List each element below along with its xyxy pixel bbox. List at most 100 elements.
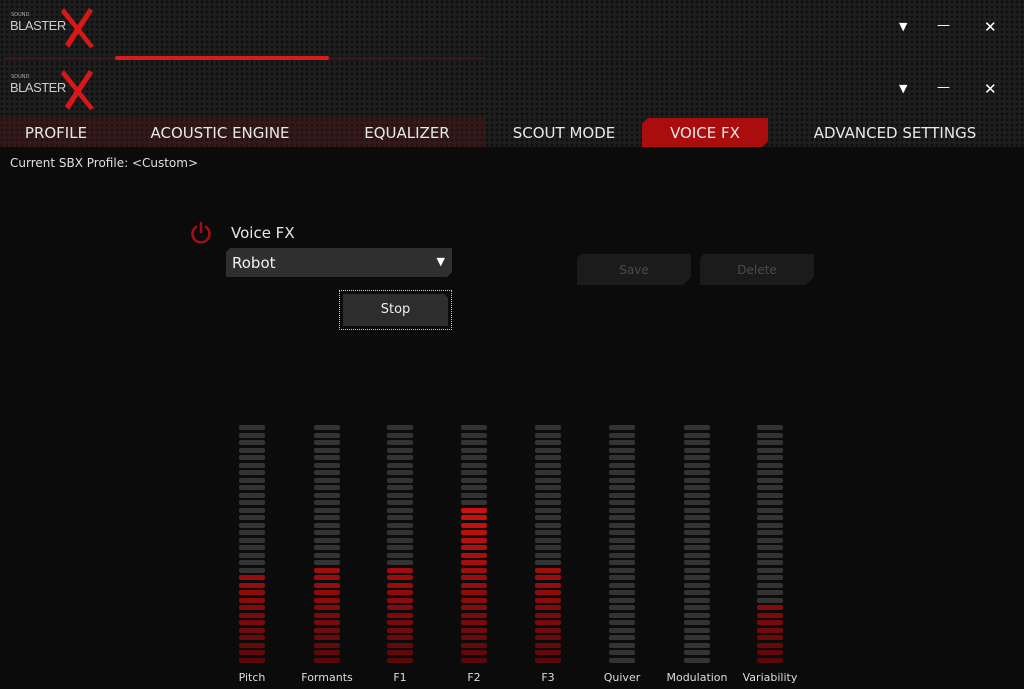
segment-unlit <box>684 492 710 498</box>
segment-lit <box>461 590 487 595</box>
slider-f1[interactable] <box>387 425 413 665</box>
segment-unlit <box>314 477 340 483</box>
segment-unlit <box>609 447 635 453</box>
segment-unlit <box>684 650 710 655</box>
slider-modulation[interactable] <box>684 425 710 665</box>
segment-unlit <box>609 515 635 520</box>
slider-formants[interactable] <box>314 425 340 665</box>
minimize-icon[interactable]: — <box>937 18 950 33</box>
segment-lit <box>535 567 561 573</box>
tab-equalizer[interactable]: EQUALIZER <box>328 118 486 147</box>
segment-unlit <box>609 537 635 543</box>
segment-unlit <box>684 605 710 610</box>
segment-unlit <box>239 432 265 438</box>
segment-unlit <box>684 545 710 550</box>
stop-button[interactable]: Stop <box>339 290 452 330</box>
segment-unlit <box>387 447 413 453</box>
segment-unlit <box>314 515 340 520</box>
segment-unlit <box>684 447 710 453</box>
segment-unlit <box>684 440 710 445</box>
segment-unlit <box>535 425 561 430</box>
slider-variability[interactable] <box>757 425 783 665</box>
segment-lit <box>535 657 561 663</box>
segment-unlit <box>461 492 487 498</box>
soundblasterx-logo: SOUND BLASTER <box>9 6 99 52</box>
segment-unlit <box>757 560 783 565</box>
segment-unlit <box>239 425 265 430</box>
segment-lit <box>757 627 783 633</box>
tab-profile[interactable]: PROFILE <box>0 118 112 147</box>
segment-lit <box>314 582 340 588</box>
slider-f3[interactable] <box>535 425 561 665</box>
segment-unlit <box>387 545 413 550</box>
segment-unlit <box>461 477 487 483</box>
close-icon[interactable]: ✕ <box>984 18 997 36</box>
segment-unlit <box>314 545 340 550</box>
segment-unlit <box>609 462 635 468</box>
logo-main-text: BLASTER <box>10 80 66 95</box>
segment-unlit <box>757 567 783 573</box>
segment-unlit <box>684 627 710 633</box>
segment-unlit <box>387 500 413 505</box>
segment-unlit <box>609 485 635 490</box>
segment-unlit <box>239 507 265 513</box>
segment-unlit <box>535 530 561 535</box>
segment-lit <box>461 582 487 588</box>
power-toggle-icon[interactable] <box>189 221 213 245</box>
segment-unlit <box>535 500 561 505</box>
segment-unlit <box>239 515 265 520</box>
segment-unlit <box>609 545 635 550</box>
segment-unlit <box>609 590 635 595</box>
segment-unlit <box>684 657 710 663</box>
segment-unlit <box>461 425 487 430</box>
segment-unlit <box>609 522 635 528</box>
segment-unlit <box>757 470 783 475</box>
segment-unlit <box>684 567 710 573</box>
segment-lit <box>461 507 487 513</box>
segment-lit <box>239 605 265 610</box>
segment-unlit <box>535 455 561 460</box>
segment-unlit <box>757 477 783 483</box>
slider-f2[interactable] <box>461 425 487 665</box>
tab-voice-fx[interactable]: VOICE FX <box>642 118 768 147</box>
segment-unlit <box>757 432 783 438</box>
segment-unlit <box>684 462 710 468</box>
menu-dropdown-icon[interactable]: ▼ <box>899 20 907 33</box>
segment-unlit <box>314 507 340 513</box>
loading-progress-bar <box>115 56 329 60</box>
voice-fx-preset-dropdown[interactable]: Robot ▼ <box>226 248 452 277</box>
segment-lit <box>314 597 340 603</box>
segment-lit <box>239 650 265 655</box>
segment-unlit <box>387 560 413 565</box>
segment-unlit <box>314 455 340 460</box>
segment-lit <box>387 635 413 640</box>
tab-scout-mode[interactable]: SCOUT MODE <box>490 118 638 147</box>
segment-lit <box>239 597 265 603</box>
segment-unlit <box>684 590 710 595</box>
segment-lit <box>314 627 340 633</box>
menu-dropdown-icon[interactable]: ▼ <box>899 82 907 95</box>
save-button[interactable]: Save <box>577 254 691 285</box>
segment-lit <box>239 620 265 625</box>
segment-unlit <box>535 492 561 498</box>
segment-unlit <box>239 477 265 483</box>
segment-lit <box>757 657 783 663</box>
segment-lit <box>535 612 561 618</box>
close-icon[interactable]: ✕ <box>984 80 997 98</box>
segment-unlit <box>684 425 710 430</box>
segment-lit <box>387 612 413 618</box>
slider-quiver[interactable] <box>609 425 635 665</box>
segment-lit <box>387 657 413 663</box>
tab-advanced-settings[interactable]: ADVANCED SETTINGS <box>790 118 1000 147</box>
segment-lit <box>387 605 413 610</box>
minimize-icon[interactable]: — <box>937 80 950 95</box>
segment-lit <box>461 597 487 603</box>
segment-unlit <box>535 477 561 483</box>
delete-button[interactable]: Delete <box>700 254 814 285</box>
tab-acoustic-engine[interactable]: ACOUSTIC ENGINE <box>112 118 328 147</box>
segment-unlit <box>609 440 635 445</box>
segment-unlit <box>609 477 635 483</box>
slider-pitch[interactable] <box>239 425 265 665</box>
segment-lit <box>314 642 340 648</box>
segment-unlit <box>461 500 487 505</box>
